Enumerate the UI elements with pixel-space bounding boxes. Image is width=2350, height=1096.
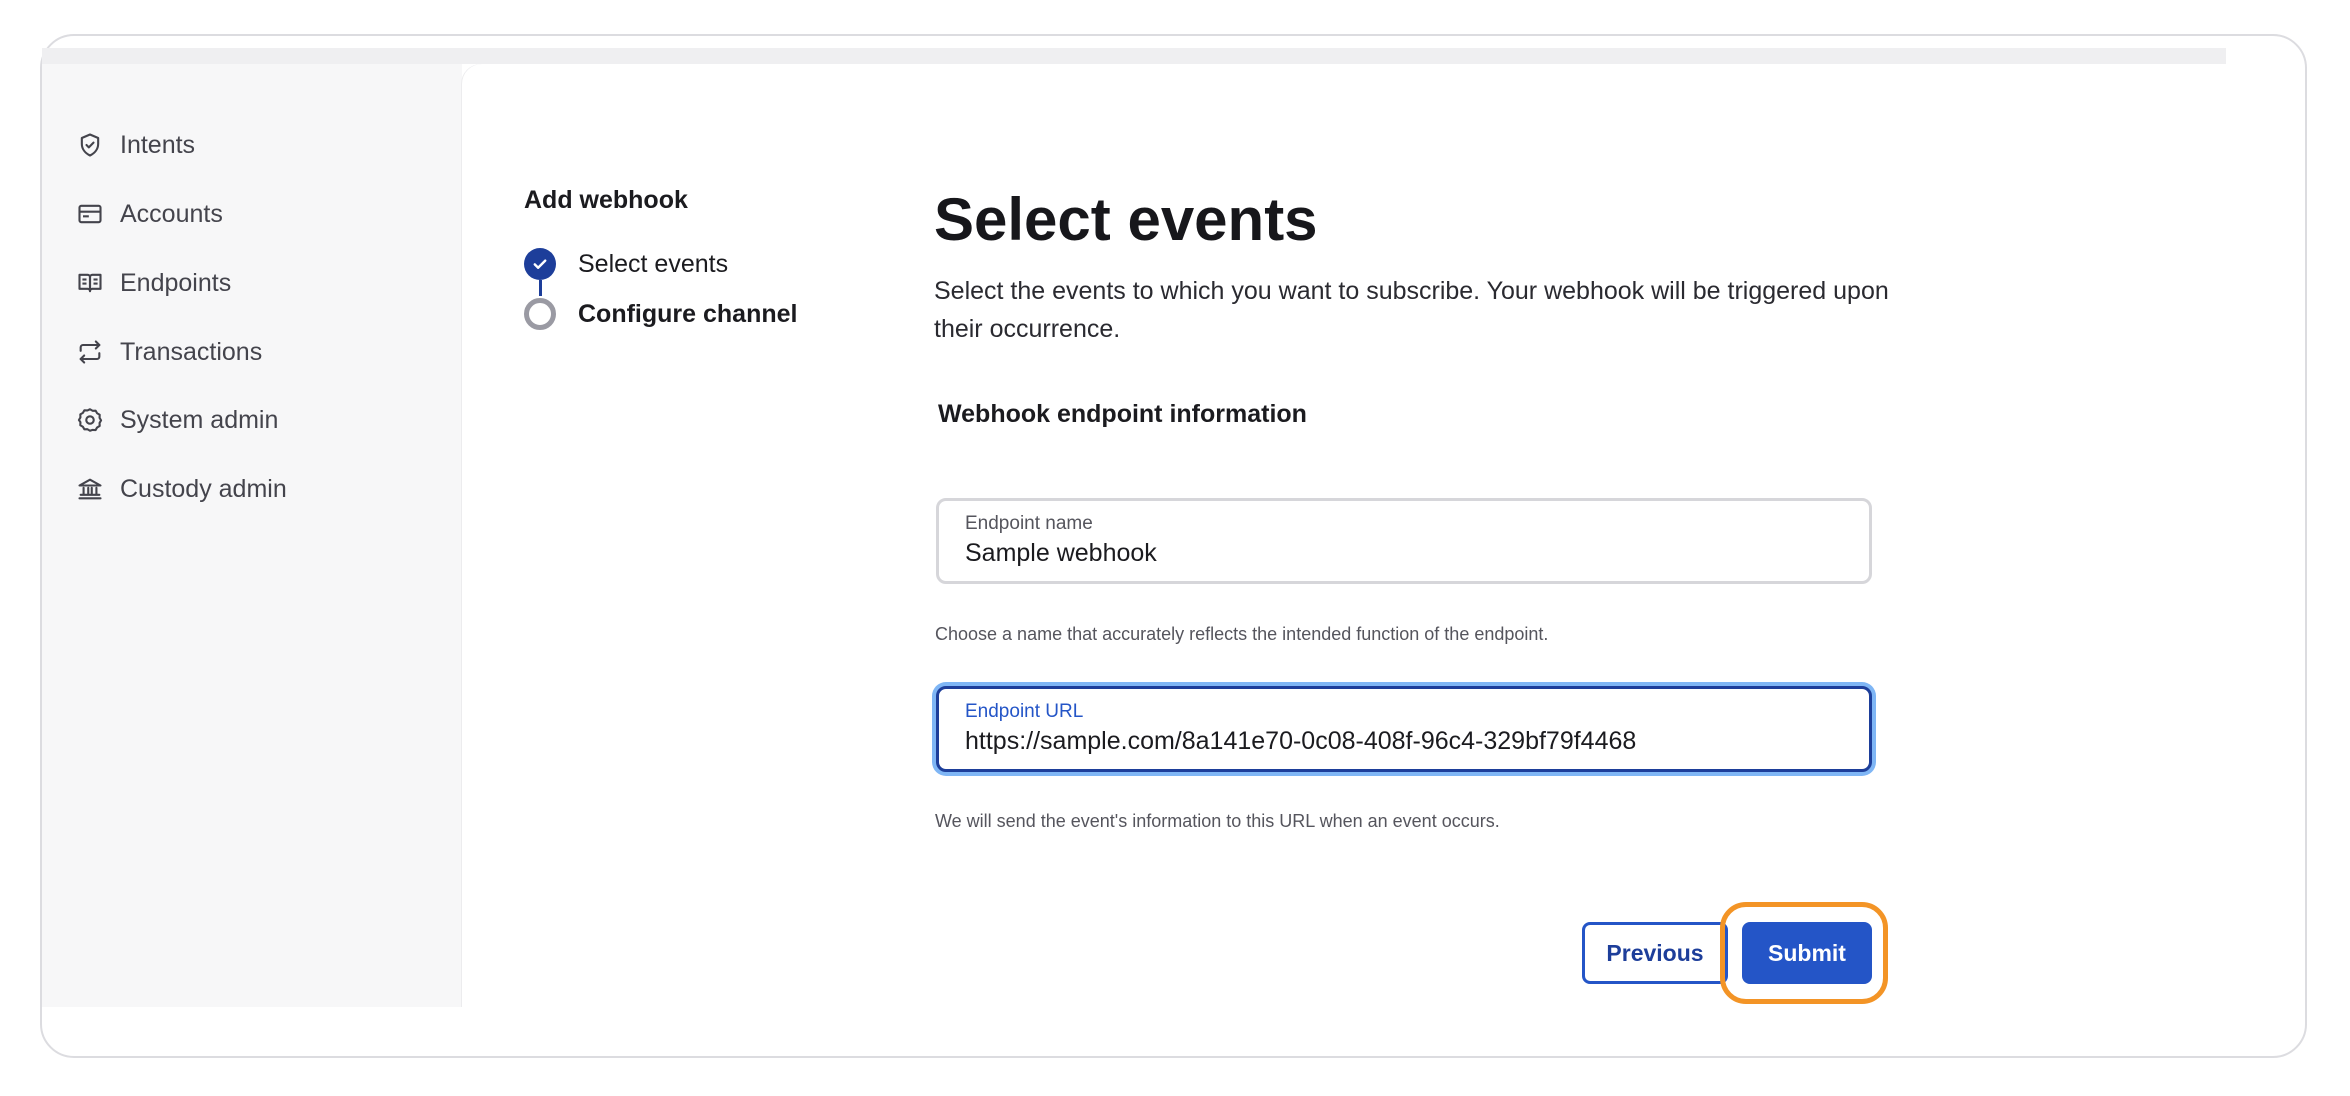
step-circle-icon (524, 298, 556, 330)
page-title: Select events (934, 186, 1318, 253)
sidebar-item-custody-admin[interactable]: Custody admin (76, 469, 287, 509)
sidebar-item-label: Custody admin (120, 474, 287, 503)
sidebar-item-intents[interactable]: Intents (76, 125, 195, 165)
wizard-step-label: Select events (578, 249, 729, 278)
endpoint-url-field[interactable]: Endpoint URL https://sample.com/8a141e70… (936, 686, 1872, 772)
endpoint-name-field[interactable]: Endpoint name Sample webhook (936, 498, 1872, 584)
gear-icon (77, 408, 103, 432)
previous-button[interactable]: Previous (1582, 922, 1728, 984)
page-description: Select the events to which you want to s… (934, 277, 1889, 343)
endpoint-name-input[interactable]: Sample webhook (965, 539, 1157, 568)
sidebar-item-label: System admin (120, 405, 279, 434)
endpoint-name-label: Endpoint name (965, 513, 1093, 534)
section-title: Webhook endpoint information (938, 400, 1307, 428)
endpoint-url-input[interactable]: https://sample.com/8a141e70-0c08-408f-96… (965, 727, 1636, 756)
wizard-title: Add webhook (524, 186, 688, 214)
sidebar-item-label: Accounts (120, 199, 223, 228)
sidebar-item-transactions[interactable]: Transactions (76, 332, 262, 372)
sidebar-item-label: Intents (120, 130, 196, 159)
wallet-card-icon (78, 204, 102, 224)
arrows-exchange-icon (79, 340, 101, 364)
top-bar (42, 48, 2226, 64)
sidebar-item-label: Endpoints (120, 268, 232, 297)
sidebar-item-system-admin[interactable]: System admin (76, 400, 278, 440)
bank-icon (78, 478, 102, 500)
sidebar-item-endpoints[interactable]: Endpoints (76, 263, 231, 303)
book-open-icon (78, 273, 102, 293)
submit-button[interactable]: Submit (1742, 922, 1872, 984)
wizard-step-label: Configure channel (578, 299, 798, 328)
check-circle-icon (524, 248, 556, 280)
shield-check-icon (80, 133, 100, 157)
endpoint-url-label: Endpoint URL (965, 701, 1084, 722)
endpoint-name-helper: Choose a name that accurately reflects t… (935, 624, 1549, 644)
sidebar-item-accounts[interactable]: Accounts (76, 194, 223, 234)
wizard-step-configure-channel[interactable]: Configure channel (524, 294, 797, 334)
endpoint-url-helper: We will send the event's information to … (935, 811, 1500, 831)
wizard-step-select-events[interactable]: Select events (524, 244, 728, 284)
sidebar-item-label: Transactions (120, 337, 263, 366)
